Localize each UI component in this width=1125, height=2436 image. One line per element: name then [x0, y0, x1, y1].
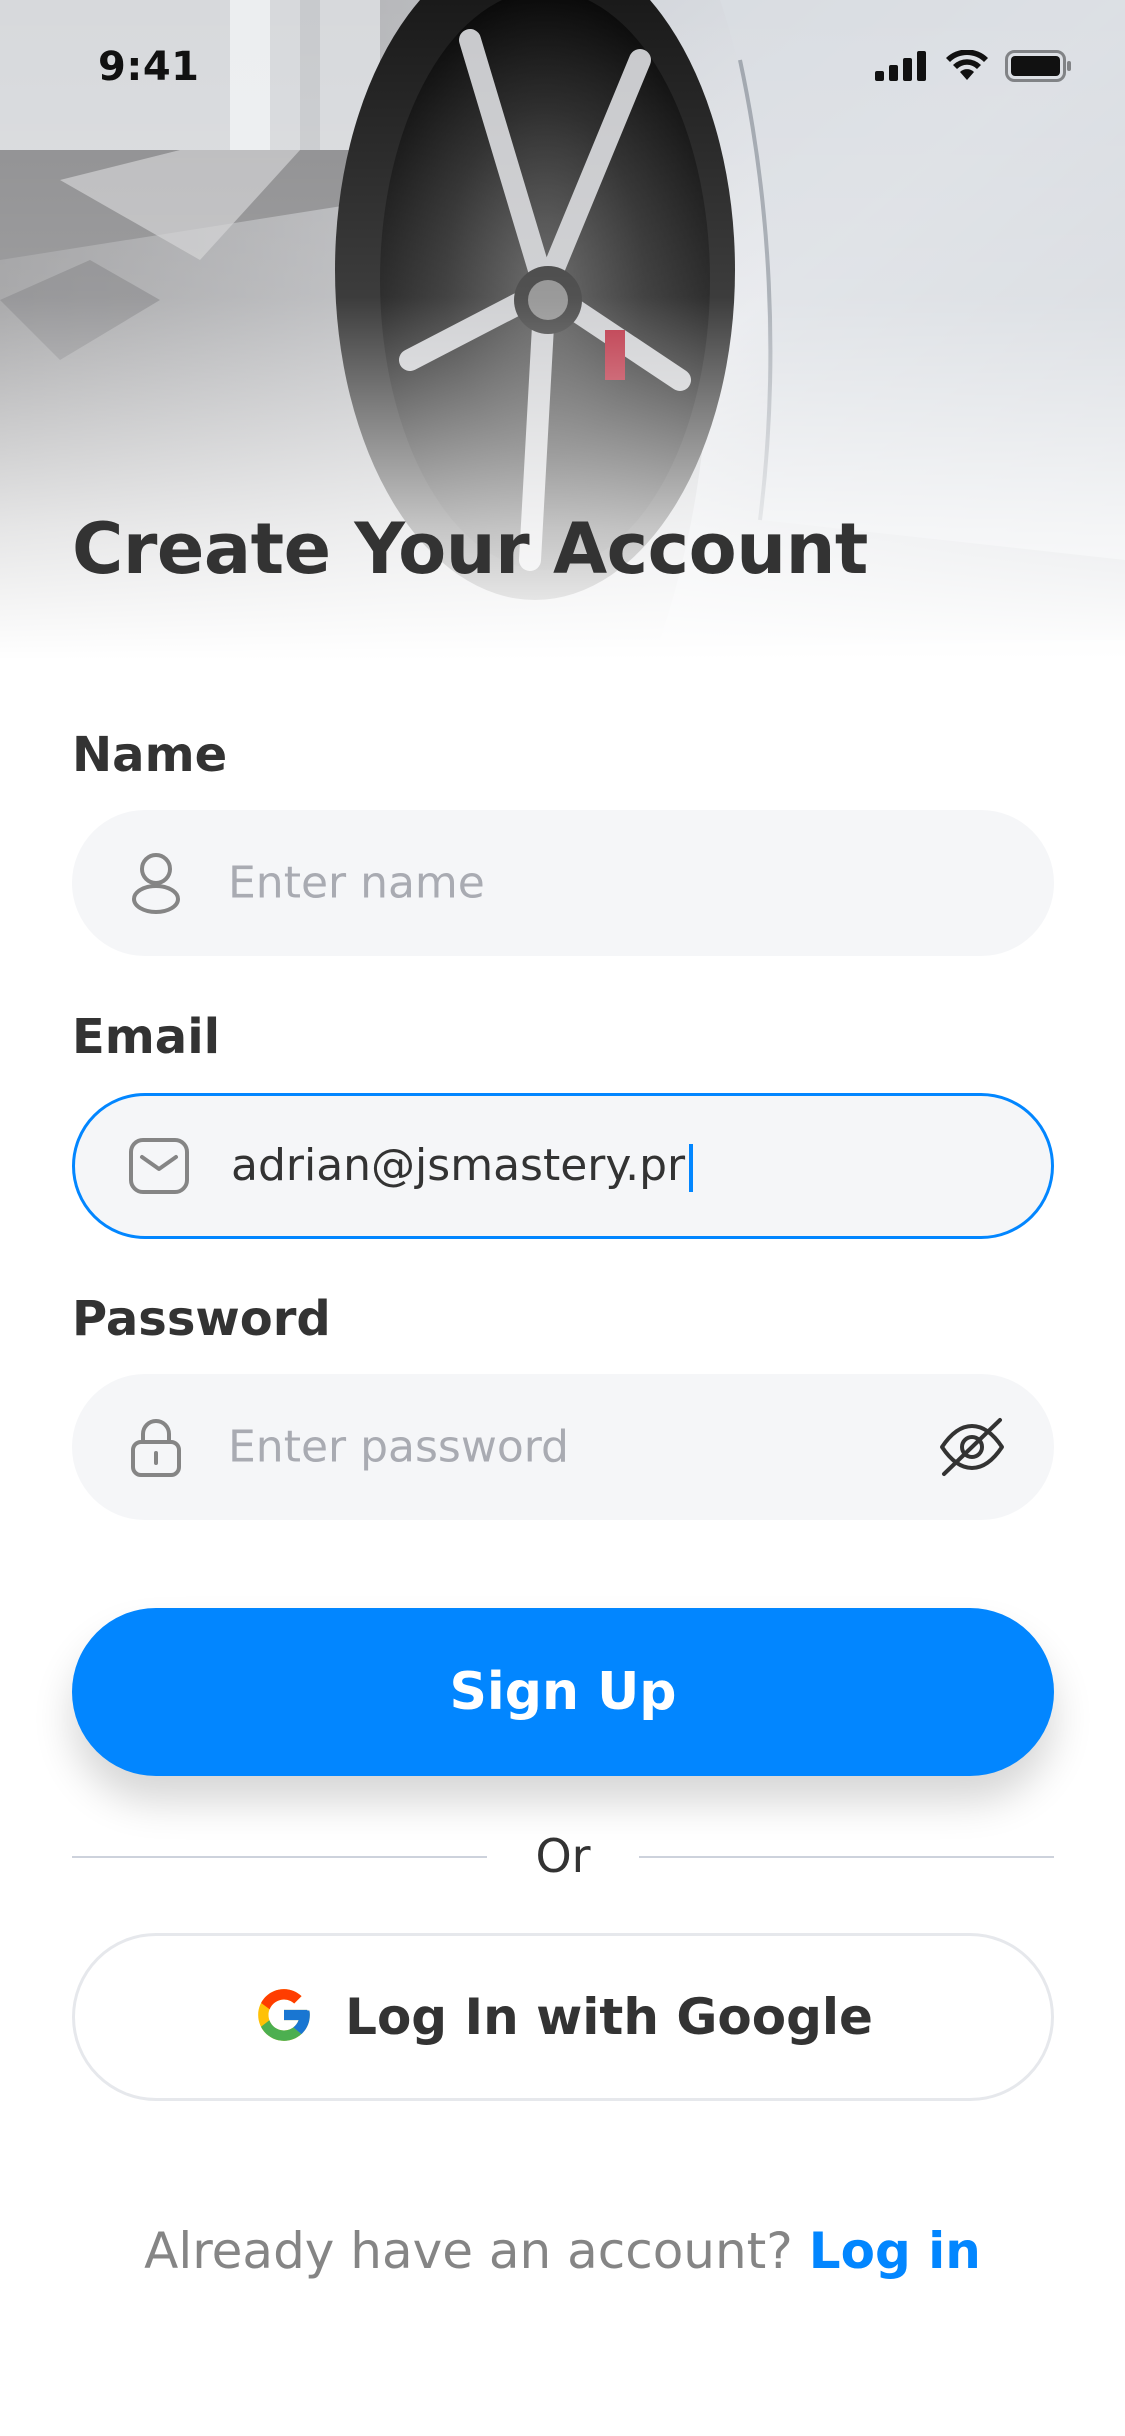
- email-value: adrian@jsmastery.pr: [231, 1140, 694, 1192]
- envelope-icon: [127, 1134, 191, 1198]
- page-title: Create Your Account: [72, 508, 868, 590]
- email-label: Email: [72, 1009, 221, 1065]
- name-label: Name: [72, 727, 228, 783]
- email-input[interactable]: adrian@jsmastery.pr: [72, 1093, 1054, 1239]
- password-placeholder: Enter password: [228, 1421, 569, 1473]
- divider-line-right: [639, 1856, 1054, 1858]
- person-icon: [124, 851, 188, 915]
- login-prompt: Already have an account? Log in: [0, 2222, 1125, 2280]
- status-bar: 9:41: [0, 0, 1125, 140]
- google-logo-icon: [253, 1984, 315, 2050]
- wifi-icon: [945, 49, 989, 86]
- login-prompt-text: Already have an account?: [144, 2222, 793, 2280]
- or-divider: Or: [72, 1826, 1054, 1886]
- name-input[interactable]: Enter name: [72, 810, 1054, 956]
- name-placeholder: Enter name: [228, 857, 485, 909]
- lock-icon: [124, 1415, 188, 1479]
- text-caret: [689, 1144, 694, 1192]
- cellular-signal-icon: [875, 51, 929, 85]
- email-value-text: adrian@jsmastery.pr: [231, 1140, 686, 1191]
- google-login-button[interactable]: Log In with Google: [72, 1933, 1054, 2101]
- eye-off-icon[interactable]: [936, 1411, 1008, 1483]
- login-link[interactable]: Log in: [809, 2222, 981, 2280]
- battery-icon: [1005, 50, 1073, 86]
- google-button-label: Log In with Google: [345, 1988, 873, 2046]
- status-icons: [875, 49, 1073, 86]
- password-input[interactable]: Enter password: [72, 1374, 1054, 1520]
- sign-up-button[interactable]: Sign Up: [72, 1608, 1054, 1776]
- status-time: 9:41: [98, 44, 200, 90]
- password-label: Password: [72, 1291, 331, 1347]
